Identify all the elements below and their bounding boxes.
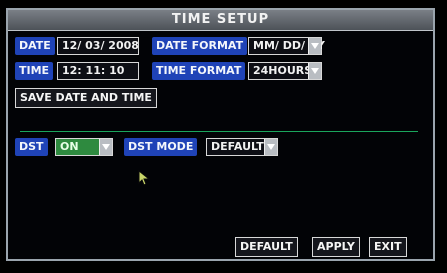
exit-button[interactable]: EXIT [369, 237, 407, 257]
dst-mode-chevron-down-icon[interactable] [264, 139, 277, 155]
section-divider [20, 131, 418, 132]
time-format-value: 24HOURS [253, 64, 313, 77]
date-format-label: DATE FORMAT [152, 37, 248, 55]
dst-mode-label: DST MODE [124, 138, 198, 156]
default-button[interactable]: DEFAULT [235, 237, 298, 257]
dst-select[interactable]: ON [55, 138, 113, 156]
time-setup-window: TIME SETUP DATE 12/ 03/ 2008 DATE FORMAT… [6, 8, 435, 261]
apply-button[interactable]: APPLY [312, 237, 360, 257]
date-label: DATE [15, 37, 55, 55]
date-format-chevron-down-icon[interactable] [308, 38, 321, 54]
time-format-label: TIME FORMAT [152, 62, 246, 80]
mouse-pointer-icon [138, 169, 151, 190]
time-format-select[interactable]: 24HOURS [248, 62, 322, 80]
time-label: TIME [15, 62, 54, 80]
time-format-chevron-down-icon[interactable] [308, 63, 321, 79]
save-date-time-button[interactable]: SAVE DATE AND TIME [15, 88, 157, 108]
dst-label: DST [15, 138, 48, 156]
date-field[interactable]: 12/ 03/ 2008 [57, 37, 139, 55]
dst-mode-value: DEFAULT [211, 140, 264, 153]
screen: TIME SETUP DATE 12/ 03/ 2008 DATE FORMAT… [0, 0, 447, 273]
window-title: TIME SETUP [8, 10, 433, 31]
dst-value: ON [60, 140, 79, 153]
dst-mode-select[interactable]: DEFAULT [206, 138, 278, 156]
time-field[interactable]: 12: 11: 10 [57, 62, 139, 80]
dst-chevron-down-icon[interactable] [99, 139, 112, 155]
date-format-select[interactable]: MM/ DD/ YY [248, 37, 325, 55]
